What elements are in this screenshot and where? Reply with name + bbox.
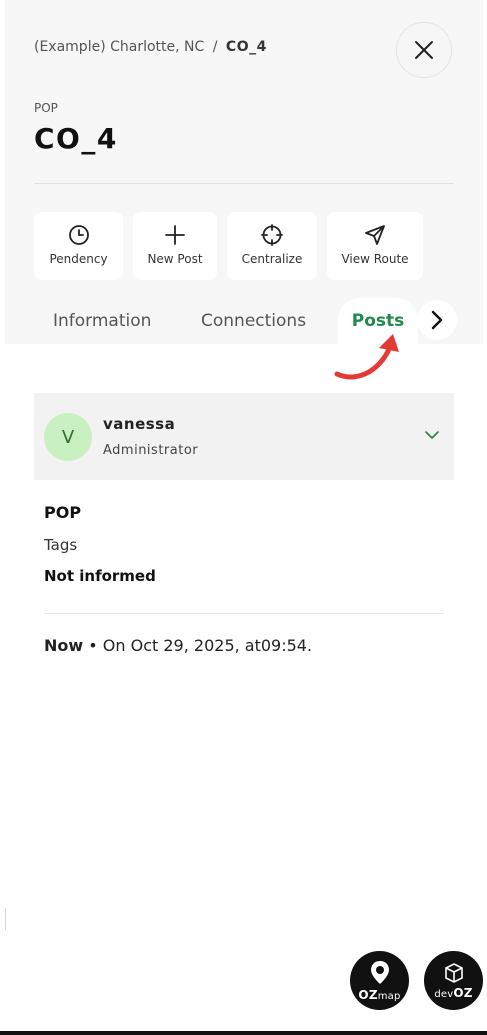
post-time-text: On Oct 29, 2025, at09:54. xyxy=(102,636,313,655)
tab-information[interactable]: Information xyxy=(53,298,151,344)
chevron-down-icon[interactable] xyxy=(424,429,440,441)
post-time-bullet: • xyxy=(88,636,98,655)
post-type: POP xyxy=(44,503,82,522)
avatar: V xyxy=(44,413,92,461)
pendency-label: Pendency xyxy=(49,252,108,266)
chevron-right-icon xyxy=(431,310,443,330)
breadcrumb-separator: / xyxy=(212,39,218,55)
pendency-button[interactable]: Pendency xyxy=(34,212,123,280)
tab-connections[interactable]: Connections xyxy=(201,298,306,344)
new-post-button[interactable]: New Post xyxy=(133,212,217,280)
new-post-label: New Post xyxy=(147,252,203,266)
entity-type-label: POP xyxy=(34,101,58,115)
cube-icon xyxy=(444,962,463,983)
devoz-logo-text: devOZ xyxy=(434,985,473,1000)
post-timestamp: Now • On Oct 29, 2025, at09:54. xyxy=(44,636,312,655)
annotation-arrow-icon xyxy=(334,334,399,380)
tab-bar: Information Connections Posts xyxy=(5,298,483,344)
ozmap-logo-button[interactable]: OZmap xyxy=(350,951,409,1010)
edge-marker xyxy=(5,908,6,930)
clock-icon xyxy=(68,225,89,245)
bottom-bar xyxy=(0,1031,487,1035)
close-icon xyxy=(415,41,433,59)
centralize-label: Centralize xyxy=(241,252,303,266)
divider xyxy=(34,183,454,184)
breadcrumb-location[interactable]: (Example) Charlotte, NC xyxy=(34,39,204,55)
post-time-now: Now xyxy=(44,636,84,655)
tags-value: Not informed xyxy=(44,567,156,585)
divider xyxy=(44,613,444,614)
breadcrumb: (Example) Charlotte, NC / CO_4 xyxy=(34,39,267,55)
breadcrumb-current: CO_4 xyxy=(225,39,267,55)
post-author-role: Administrator xyxy=(103,443,199,458)
post-author-name: vanessa xyxy=(103,415,176,433)
page-title: CO_4 xyxy=(34,122,118,155)
tags-label: Tags xyxy=(44,536,78,554)
devoz-logo-button[interactable]: devOZ xyxy=(424,951,483,1010)
ozmap-logo-text: OZmap xyxy=(358,987,401,1002)
map-pin-icon xyxy=(370,960,389,984)
crosshair-icon xyxy=(261,224,283,246)
navigation-icon xyxy=(365,225,385,245)
close-button[interactable] xyxy=(396,22,452,78)
view-route-label: View Route xyxy=(341,252,409,266)
plus-icon xyxy=(165,225,185,245)
post-card[interactable]: V vanessa Administrator xyxy=(34,393,454,480)
view-route-button[interactable]: View Route xyxy=(327,212,423,280)
tab-scroll-next-button[interactable] xyxy=(417,300,457,340)
centralize-button[interactable]: Centralize xyxy=(227,212,317,280)
